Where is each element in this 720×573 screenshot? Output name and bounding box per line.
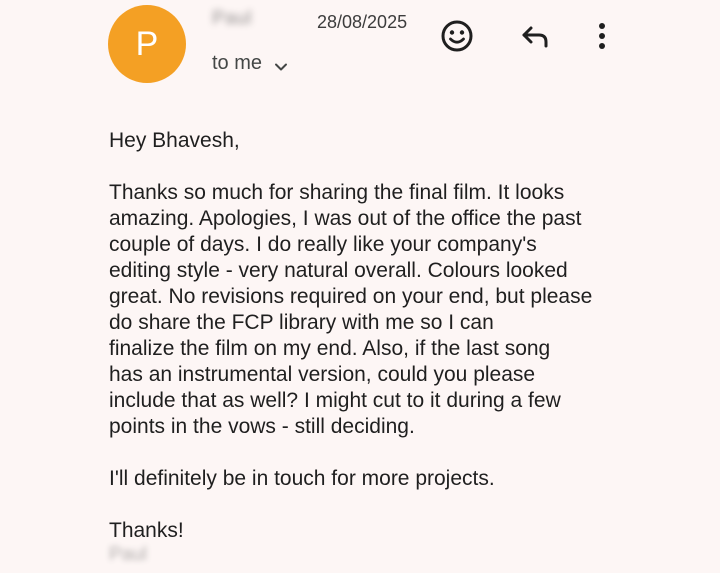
add-reaction-button[interactable]: [437, 18, 477, 58]
chevron-down-icon: [274, 57, 288, 71]
paragraph-line: great. No revisions required on your end…: [109, 285, 593, 308]
signoff: Thanks!: [109, 519, 184, 542]
paragraph-line: amazing. Apologies, I was out of the off…: [109, 207, 582, 230]
reply-button[interactable]: [515, 18, 555, 58]
message-body: Hey Bhavesh, Thanks so much for sharing …: [109, 128, 629, 544]
recipient-label: to me: [212, 52, 263, 74]
paragraph-line: points in the vows - still deciding.: [109, 415, 415, 438]
paragraph-line: Thanks so much for sharing the final fil…: [109, 181, 565, 204]
paragraph-line: do share the FCP library with me so I ca…: [109, 311, 494, 334]
paragraph-line: editing style - very natural overall. Co…: [109, 259, 568, 282]
sender-avatar[interactable]: P: [108, 5, 186, 83]
followup-line: I'll definitely be in touch for more pro…: [109, 467, 495, 490]
paragraph-line: couple of days. I do really like your co…: [109, 233, 537, 256]
paragraph-line: finalize the film on my end. Also, if th…: [109, 337, 551, 360]
recipient-details-toggle[interactable]: to me: [212, 52, 288, 75]
paragraph-line: include that as well? I might cut to it …: [109, 389, 561, 412]
more-vert-icon: [596, 19, 608, 58]
main-paragraph: Thanks so much for sharing the final fil…: [109, 180, 629, 440]
more-options-button[interactable]: [582, 18, 622, 58]
smiley-icon: [440, 19, 474, 58]
paragraph-line: has an instrumental version, could you p…: [109, 363, 536, 386]
sender-name[interactable]: Paul: [212, 8, 252, 30]
message-date: 28/08/2025: [317, 12, 408, 32]
reply-icon: [518, 19, 552, 58]
signature: Paul: [109, 544, 148, 565]
avatar-letter: P: [135, 24, 159, 63]
greeting: Hey Bhavesh,: [109, 129, 240, 152]
